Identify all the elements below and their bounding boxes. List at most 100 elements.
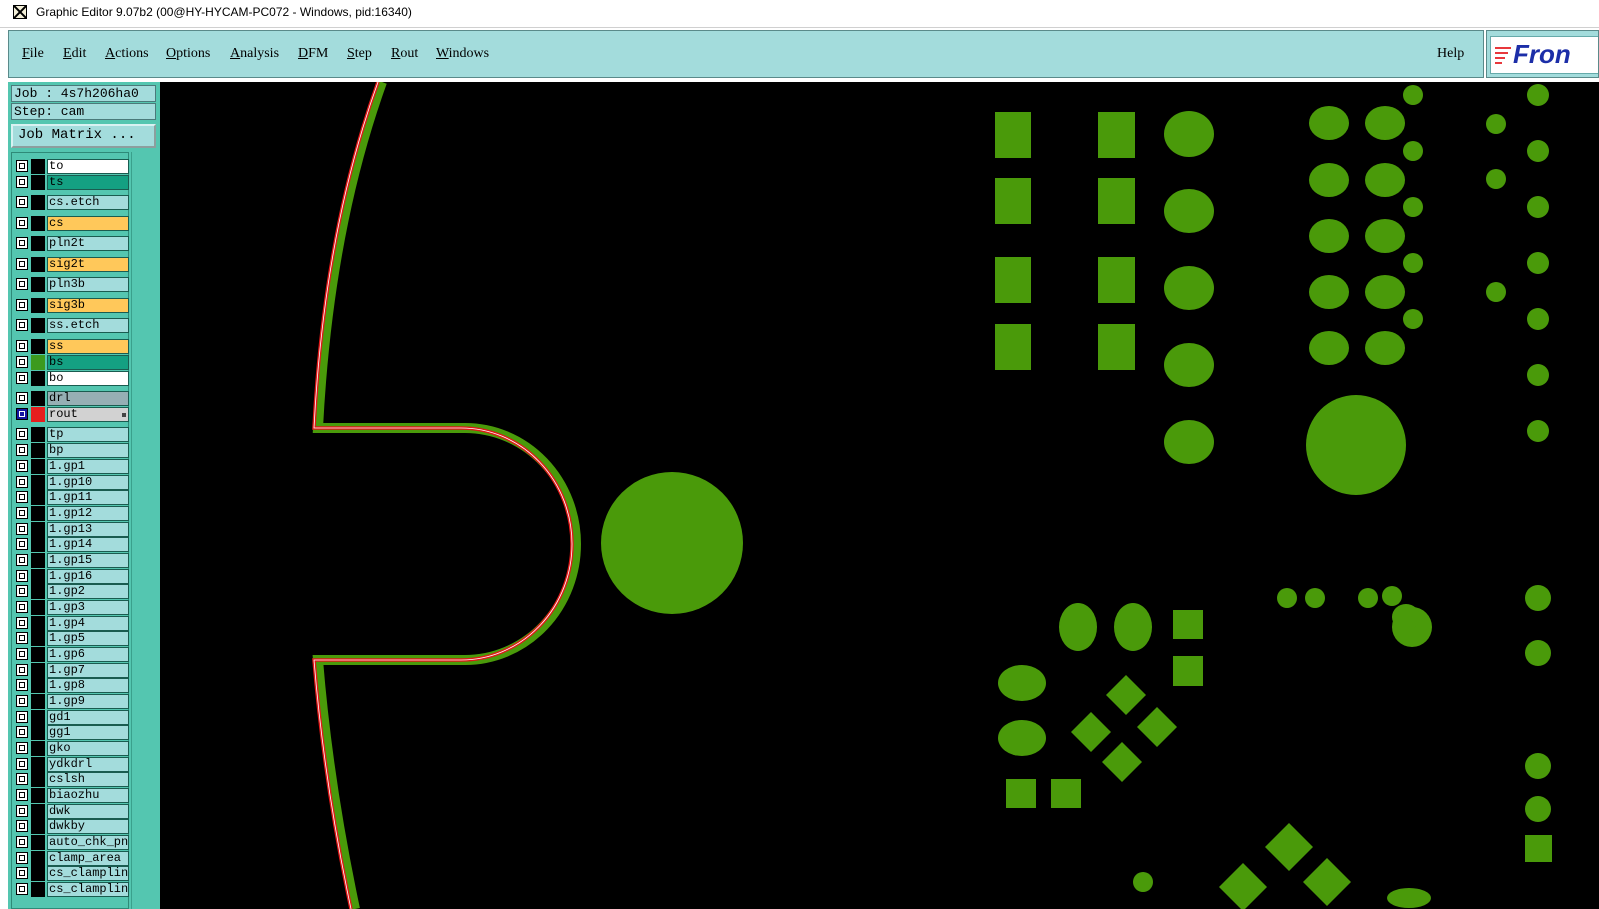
layer-row-pln2t[interactable]: pln2t [14, 236, 129, 251]
layer-affected-checkbox[interactable] [16, 319, 28, 331]
app-icon[interactable] [13, 5, 27, 19]
layer-affected-checkbox[interactable] [16, 867, 28, 879]
layer-display-swatch[interactable] [31, 694, 45, 709]
layer-display-swatch[interactable] [31, 772, 45, 787]
layer-row-rout[interactable]: rout [14, 407, 129, 422]
layer-display-swatch[interactable] [31, 819, 45, 834]
menu-windows[interactable]: Windows [436, 46, 489, 62]
layer-row-bo[interactable]: bo [14, 371, 129, 386]
layer-row-1-gp13[interactable]: 1.gp13 [14, 522, 129, 537]
layer-display-swatch[interactable] [31, 391, 45, 406]
layer-row-cs-clampline[interactable]: cs_clampline [14, 866, 129, 881]
layer-row-cs[interactable]: cs [14, 216, 129, 231]
layer-row-bs[interactable]: bs [14, 355, 129, 370]
layer-affected-checkbox[interactable] [16, 554, 28, 566]
layer-name[interactable]: 1.gp8 [47, 678, 129, 693]
layer-name[interactable]: gko [47, 741, 129, 756]
layer-name[interactable]: 1.gp15 [47, 553, 129, 568]
layer-row-cs-etch[interactable]: cs.etch [14, 195, 129, 210]
layer-name[interactable]: 1.gp16 [47, 569, 129, 584]
layer-name[interactable]: 1.gp7 [47, 663, 129, 678]
layer-display-swatch[interactable] [31, 490, 45, 505]
layer-display-swatch[interactable] [31, 710, 45, 725]
layer-affected-checkbox[interactable] [16, 340, 28, 352]
layer-affected-checkbox[interactable] [16, 758, 28, 770]
layer-display-swatch[interactable] [31, 678, 45, 693]
layer-row-auto-chk-pnl[interactable]: auto_chk_pnl [14, 835, 129, 850]
menu-step[interactable]: Step [347, 46, 372, 62]
layer-name[interactable]: rout [47, 407, 129, 422]
layer-row-1-gp11[interactable]: 1.gp11 [14, 490, 129, 505]
layer-display-swatch[interactable] [31, 277, 45, 292]
layer-row-cslsh[interactable]: cslsh [14, 772, 129, 787]
layer-affected-checkbox[interactable] [16, 805, 28, 817]
layer-row-ss-etch[interactable]: ss.etch [14, 318, 129, 333]
layer-name[interactable]: 1.gp4 [47, 616, 129, 631]
layer-display-swatch[interactable] [31, 553, 45, 568]
layer-display-swatch[interactable] [31, 835, 45, 850]
layer-row-cs-clampline[interactable]: cs_clampline [14, 882, 129, 897]
menu-file[interactable]: File [22, 46, 44, 62]
layer-row-sig2t[interactable]: sig2t [14, 257, 129, 272]
menu-dfm[interactable]: DFM [298, 46, 328, 62]
layer-row-drl[interactable]: drl [14, 391, 129, 406]
layer-name[interactable]: auto_chk_pnl [47, 835, 129, 850]
layer-affected-checkbox[interactable] [16, 664, 28, 676]
layer-row-biaozhu[interactable]: biaozhu [14, 788, 129, 803]
layer-display-swatch[interactable] [31, 663, 45, 678]
layer-row-1-gp1[interactable]: 1.gp1 [14, 459, 129, 474]
layer-name[interactable]: 1.gp9 [47, 694, 129, 709]
layer-affected-checkbox[interactable] [16, 601, 28, 613]
layer-name[interactable]: cs_clampline [47, 882, 129, 897]
layer-row-gd1[interactable]: gd1 [14, 710, 129, 725]
layer-row-pln3b[interactable]: pln3b [14, 277, 129, 292]
layer-display-swatch[interactable] [31, 584, 45, 599]
layer-display-swatch[interactable] [31, 443, 45, 458]
layer-display-swatch[interactable] [31, 537, 45, 552]
layer-display-swatch[interactable] [31, 195, 45, 210]
layer-name[interactable]: biaozhu [47, 788, 129, 803]
layer-list-scrollbar[interactable] [131, 152, 159, 909]
layer-name[interactable]: 1.gp14 [47, 537, 129, 552]
layer-affected-checkbox[interactable] [16, 237, 28, 249]
layer-row-1-gp10[interactable]: 1.gp10 [14, 475, 129, 490]
menu-edit[interactable]: Edit [63, 46, 86, 62]
layer-affected-checkbox[interactable] [16, 726, 28, 738]
layer-affected-checkbox[interactable] [16, 711, 28, 723]
layer-affected-checkbox[interactable] [16, 507, 28, 519]
layer-display-swatch[interactable] [31, 569, 45, 584]
layer-affected-checkbox[interactable] [16, 883, 28, 895]
layer-display-swatch[interactable] [31, 371, 45, 386]
layer-display-swatch[interactable] [31, 407, 45, 422]
layer-name[interactable]: 1.gp5 [47, 631, 129, 646]
graphic-canvas[interactable] [160, 82, 1599, 909]
layer-affected-checkbox[interactable] [16, 773, 28, 785]
layer-display-swatch[interactable] [31, 355, 45, 370]
layer-row-1-gp8[interactable]: 1.gp8 [14, 678, 129, 693]
layer-row-1-gp2[interactable]: 1.gp2 [14, 584, 129, 599]
layer-row-ydkdrl[interactable]: ydkdrl [14, 757, 129, 772]
layer-row-dwkby[interactable]: dwkby [14, 819, 129, 834]
layer-affected-checkbox[interactable] [16, 217, 28, 229]
layer-row-1-gp6[interactable]: 1.gp6 [14, 647, 129, 662]
layer-row-1-gp7[interactable]: 1.gp7 [14, 663, 129, 678]
layer-affected-checkbox[interactable] [16, 742, 28, 754]
layer-affected-checkbox[interactable] [16, 392, 28, 404]
layer-display-swatch[interactable] [31, 741, 45, 756]
menu-options[interactable]: Options [166, 46, 210, 62]
layer-row-clamp-area[interactable]: clamp_area [14, 851, 129, 866]
layer-name[interactable]: ts [47, 175, 129, 190]
layer-row-tp[interactable]: tp [14, 427, 129, 442]
layer-row-gko[interactable]: gko [14, 741, 129, 756]
layer-row-1-gp15[interactable]: 1.gp15 [14, 553, 129, 568]
layer-display-swatch[interactable] [31, 757, 45, 772]
layer-affected-checkbox[interactable] [16, 444, 28, 456]
menu-help[interactable]: Help [1437, 46, 1464, 62]
menu-rout[interactable]: Rout [391, 46, 418, 62]
layer-affected-checkbox[interactable] [16, 160, 28, 172]
layer-name[interactable]: bo [47, 371, 129, 386]
layer-affected-checkbox[interactable] [16, 679, 28, 691]
layer-row-dwk[interactable]: dwk [14, 804, 129, 819]
layer-display-swatch[interactable] [31, 506, 45, 521]
layer-affected-checkbox[interactable] [16, 372, 28, 384]
